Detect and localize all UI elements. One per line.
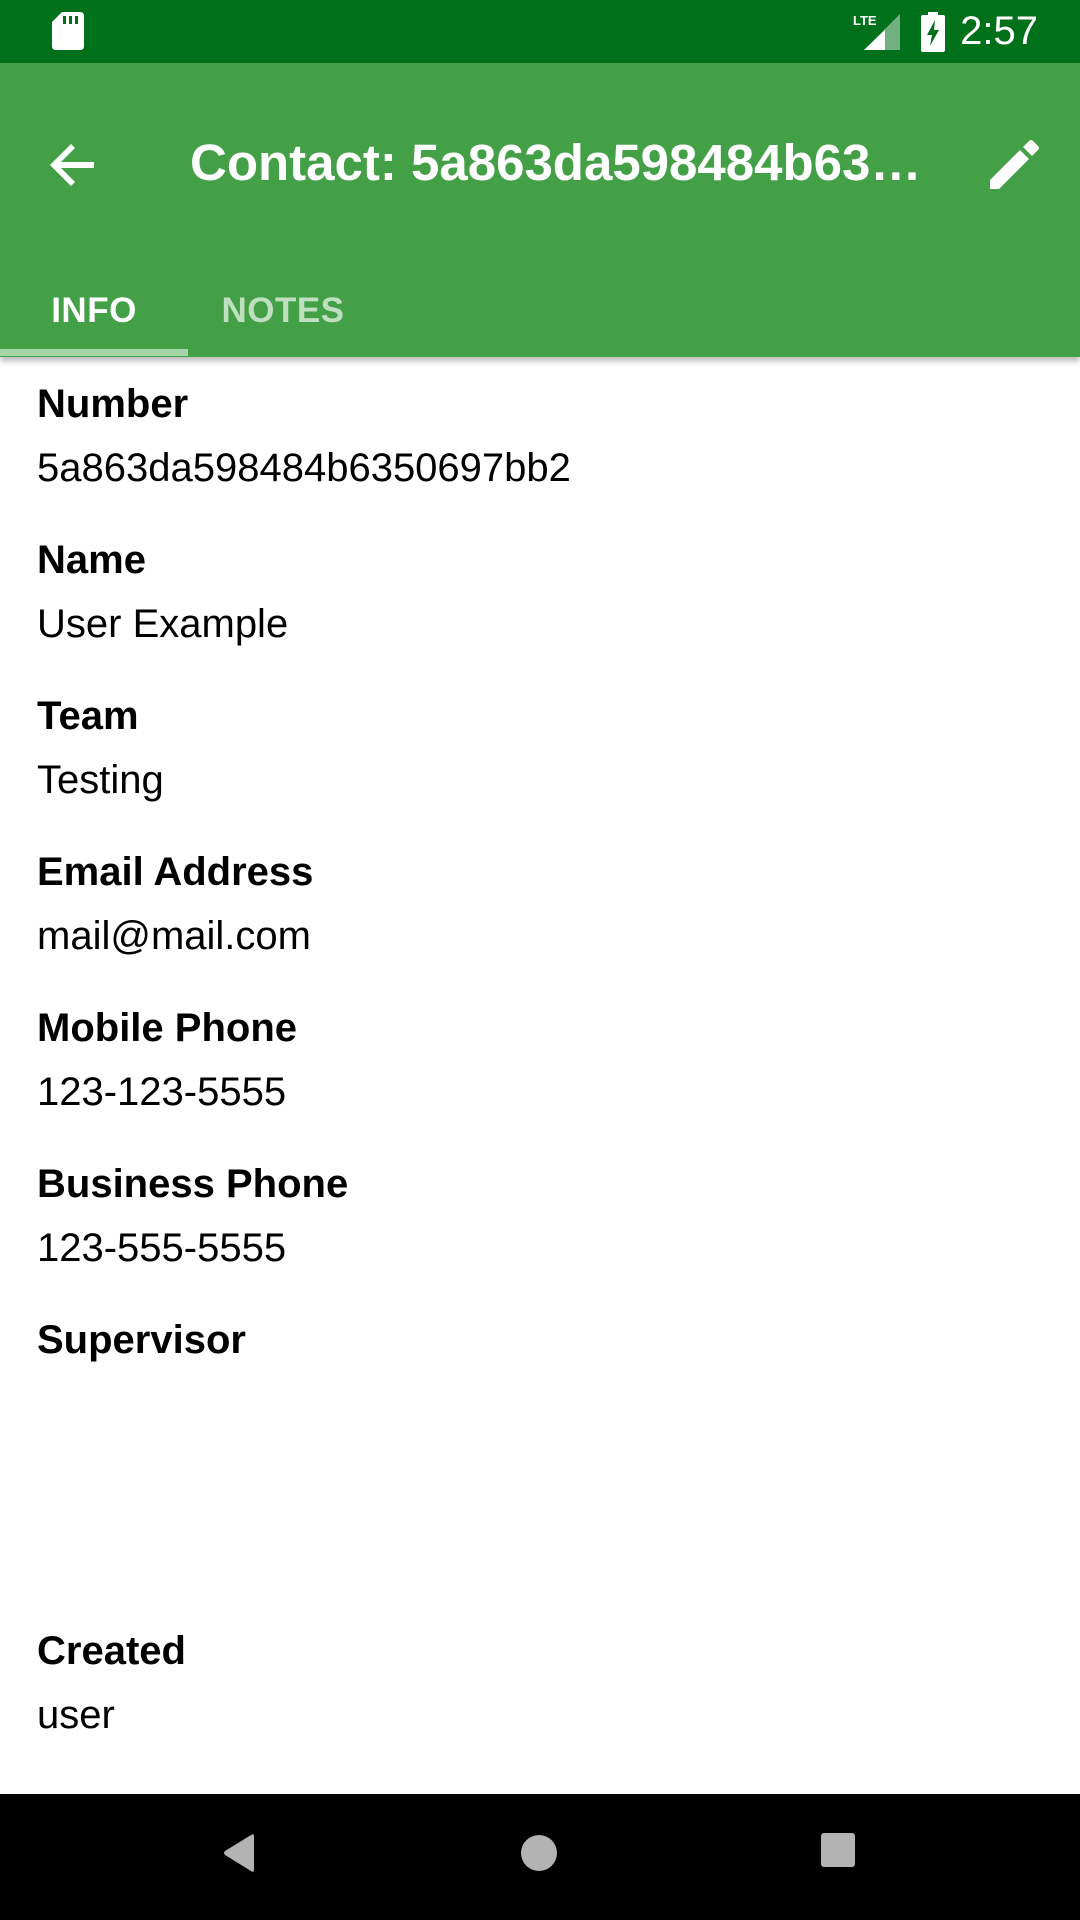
status-bar: LTE 2:57 xyxy=(0,0,1080,63)
navigation-bar xyxy=(0,1794,1080,1920)
field-label: Business Phone xyxy=(37,1162,349,1206)
field-value: 123-123-5555 xyxy=(37,1070,287,1114)
field-number: Number 5a863da598484b6350697bb2 xyxy=(37,379,571,493)
status-time: 2:57 xyxy=(960,9,1038,53)
field-value xyxy=(37,1379,246,1429)
arrow-back-icon[interactable] xyxy=(42,133,106,197)
field-team: Team Testing xyxy=(37,691,164,805)
field-label: Created xyxy=(37,1629,186,1673)
field-value: mail@mail.com xyxy=(37,914,311,958)
field-label: Email Address xyxy=(37,850,314,894)
lte-label: LTE xyxy=(853,13,877,28)
field-label: Mobile Phone xyxy=(37,1006,297,1050)
sd-card-icon xyxy=(52,12,84,50)
field-value: 123-555-5555 xyxy=(37,1226,287,1270)
field-mobile-phone: Mobile Phone 123-123-5555 xyxy=(37,1003,297,1117)
tab-notes[interactable]: NOTES xyxy=(188,269,378,353)
field-supervisor: Supervisor xyxy=(37,1315,246,1429)
field-label: Supervisor xyxy=(37,1318,246,1362)
tab-indicator xyxy=(0,349,188,356)
page-title: Contact: 5a863da598484b63… xyxy=(190,134,922,191)
pencil-icon[interactable] xyxy=(980,127,1052,199)
field-label: Number xyxy=(37,382,189,426)
tab-info[interactable]: INFO xyxy=(0,269,188,353)
field-label: Name xyxy=(37,538,146,582)
field-business-phone: Business Phone 123-555-5555 xyxy=(37,1159,348,1273)
nav-back-icon[interactable] xyxy=(222,1833,258,1873)
lte-signal-icon: LTE xyxy=(853,13,900,50)
nav-recents-icon[interactable] xyxy=(821,1833,855,1867)
field-name: Name User Example xyxy=(37,535,288,649)
battery-charging-icon xyxy=(921,12,945,52)
field-value: Testing xyxy=(37,758,164,802)
field-label: Team xyxy=(37,694,139,738)
field-created: Created user xyxy=(37,1626,186,1740)
field-value: user xyxy=(37,1693,115,1737)
nav-home-icon[interactable] xyxy=(519,1833,559,1873)
app-bar: Contact: 5a863da598484b63… INFO NOTES xyxy=(0,63,1080,357)
field-value: User Example xyxy=(37,602,289,646)
field-value: 5a863da598484b6350697bb2 xyxy=(37,446,571,490)
field-email-address: Email Address mail@mail.com xyxy=(37,847,313,961)
